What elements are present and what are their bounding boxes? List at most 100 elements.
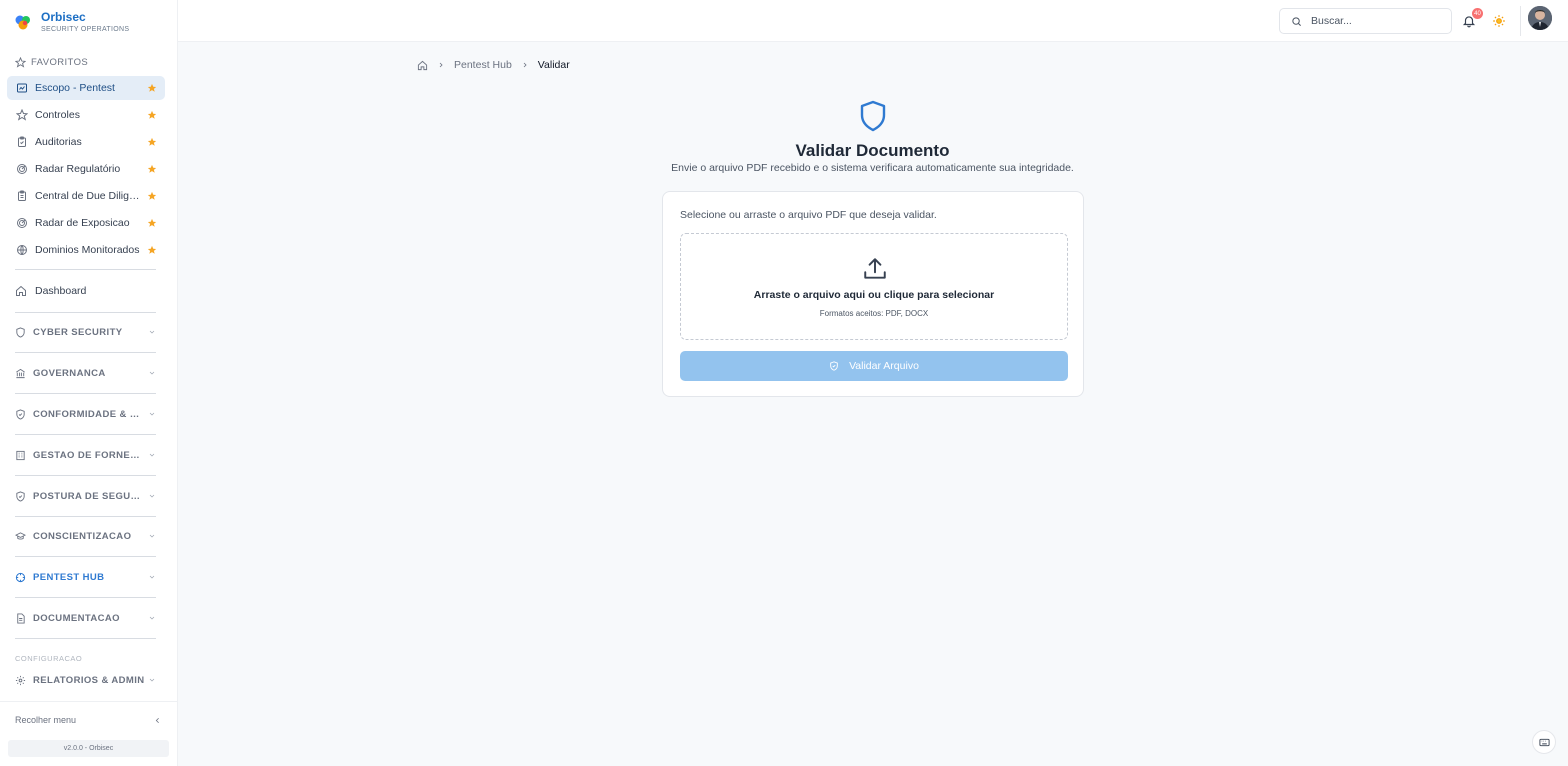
dropzone-instruction: Arraste o arquivo aqui ou clique para se… [753, 289, 995, 301]
sidebar-section-governanca[interactable]: GOVERNANCA [15, 363, 156, 383]
star-filled-icon[interactable] [145, 83, 159, 93]
sidebar-fav-controles[interactable]: Controles [7, 103, 165, 127]
globe-icon [15, 244, 28, 257]
search-box[interactable] [1279, 8, 1452, 34]
sidebar-fav-label: Radar Regulatório [35, 163, 121, 175]
orbisec-logo-icon [15, 15, 30, 30]
sidebar-fav-label: Dominios Monitorados [35, 244, 140, 256]
gear-icon [15, 674, 27, 686]
sidebar-divider [15, 556, 156, 557]
star-filled-icon[interactable] [145, 164, 159, 174]
sidebar-fav-label: Controles [35, 109, 80, 121]
sidebar-divider [15, 312, 156, 313]
search-input[interactable] [1311, 15, 1441, 27]
shield-check-icon [15, 408, 27, 420]
radar-icon [15, 217, 28, 230]
chevron-left-icon [155, 717, 159, 723]
home-icon[interactable] [417, 60, 428, 71]
avatar[interactable] [1528, 6, 1552, 30]
building-icon [15, 449, 27, 461]
keyboard-icon [1538, 738, 1550, 746]
sidebar-item-label: Dashboard [35, 285, 87, 297]
collapse-menu-button[interactable]: Recolher menu [15, 711, 162, 729]
star-outline-icon [15, 109, 28, 122]
chevron-down-icon [146, 532, 156, 540]
sidebar-divider [15, 393, 156, 394]
chevron-down-icon [146, 614, 156, 622]
sidebar-section-postura-seguranca[interactable]: POSTURA DE SEGURANCA [15, 486, 156, 506]
sidebar-fav-dominios-monitorados[interactable]: Dominios Monitorados [7, 238, 165, 262]
upload-card: Selecione ou arraste o arquivo PDF que d… [662, 191, 1084, 397]
keyboard-shortcuts-button[interactable] [1532, 730, 1556, 754]
page-subtitle: Envie o arquivo PDF recebido e o sistema… [671, 162, 1074, 174]
sidebar-fav-label: Auditorias [35, 136, 82, 148]
sidebar-section-label: RELATORIOS & ADMIN [33, 674, 145, 686]
sidebar-section-label: GESTAO DE FORNECEDORES [33, 449, 146, 461]
chevron-down-icon [146, 676, 156, 684]
sidebar-divider [15, 516, 156, 517]
chevron-right-icon [521, 61, 529, 69]
sidebar-fav-auditorias[interactable]: Auditorias [7, 130, 165, 154]
sidebar-fav-due-diligence[interactable]: Central de Due Diligence [7, 184, 165, 208]
sidebar-section-label: POSTURA DE SEGURANCA [33, 490, 146, 502]
file-dropzone[interactable]: Arraste o arquivo aqui ou clique para se… [680, 233, 1068, 340]
sidebar-section-documentacao[interactable]: DOCUMENTACAO [15, 608, 156, 628]
version-label: v2.0.0 - Orbisec [8, 740, 169, 757]
chevron-down-icon [146, 573, 156, 581]
sidebar-footer-divider [0, 701, 178, 702]
shield-check-icon [15, 490, 27, 502]
document-icon [15, 612, 27, 624]
chevron-down-icon [146, 492, 156, 500]
chevron-down-icon [146, 451, 156, 459]
star-filled-icon[interactable] [145, 218, 159, 228]
sidebar-fav-radar-regulatorio[interactable]: Radar Regulatório [7, 157, 165, 181]
chevron-right-icon [437, 61, 445, 69]
sidebar-divider [15, 638, 156, 639]
sidebar-section-relatorios-admin[interactable]: RELATORIOS & ADMIN [15, 670, 156, 690]
sidebar-fav-escopo-pentest[interactable]: Escopo - Pentest [7, 76, 165, 100]
header-divider [1520, 6, 1521, 36]
sidebar-divider [15, 352, 156, 353]
breadcrumb: Pentest Hub Validar [417, 59, 570, 71]
sidebar-section-conformidade[interactable]: CONFORMIDADE & RISCOS [15, 404, 156, 424]
dropzone-formats: Formatos aceitos: PDF, DOCX [819, 309, 929, 318]
home-icon [15, 285, 28, 298]
sidebar-section-label: CONFORMIDADE & RISCOS [33, 408, 146, 420]
sidebar-section-label: GOVERNANCA [33, 367, 106, 379]
upload-icon [864, 258, 886, 279]
shield-check-icon [830, 361, 838, 371]
shield-icon [15, 326, 27, 338]
sidebar-section-label: PENTEST HUB [33, 571, 105, 583]
favorites-header-label: FAVORITOS [31, 57, 89, 68]
search-icon [1292, 16, 1301, 26]
star-filled-icon[interactable] [145, 245, 159, 255]
scope-icon [15, 82, 28, 95]
page-title: Validar Documento [795, 141, 950, 160]
star-filled-icon[interactable] [145, 191, 159, 201]
validate-file-button[interactable]: Validar Arquivo [680, 351, 1068, 381]
star-filled-icon[interactable] [145, 110, 159, 120]
brand[interactable]: Orbisec SECURITY OPERATIONS [14, 10, 129, 35]
sidebar-section-gestao-fornecedores[interactable]: GESTAO DE FORNECEDORES [15, 445, 156, 465]
sidebar-item-dashboard[interactable]: Dashboard [7, 279, 165, 303]
sidebar-section-conscientizacao[interactable]: CONSCIENTIZACAO [15, 526, 156, 546]
sidebar-fav-radar-exposicao[interactable]: Radar de Exposicao [7, 211, 165, 235]
star-filled-icon[interactable] [145, 137, 159, 147]
chevron-down-icon [146, 328, 156, 336]
breadcrumb-current: Validar [537, 59, 570, 71]
clipboard-icon [15, 136, 28, 149]
star-outline-icon [15, 57, 26, 68]
sidebar: Orbisec SECURITY OPERATIONS FAVORITOS Es… [0, 0, 178, 766]
sidebar-section-pentest-hub[interactable]: PENTEST HUB [15, 567, 156, 587]
radar-icon [15, 163, 28, 176]
breadcrumb-pentest-hub[interactable]: Pentest Hub [454, 59, 512, 71]
shield-icon [860, 100, 886, 132]
sidebar-section-cyber-security[interactable]: CYBER SECURITY [15, 322, 156, 342]
sidebar-section-label: CONSCIENTIZACAO [33, 530, 132, 542]
sun-icon[interactable] [1492, 14, 1506, 28]
sidebar-divider [15, 269, 156, 270]
sidebar-fav-label: Central de Due Diligence [35, 190, 145, 202]
sidebar-divider [15, 475, 156, 476]
favorites-header: FAVORITOS [15, 57, 88, 68]
crosshair-icon [15, 571, 27, 583]
